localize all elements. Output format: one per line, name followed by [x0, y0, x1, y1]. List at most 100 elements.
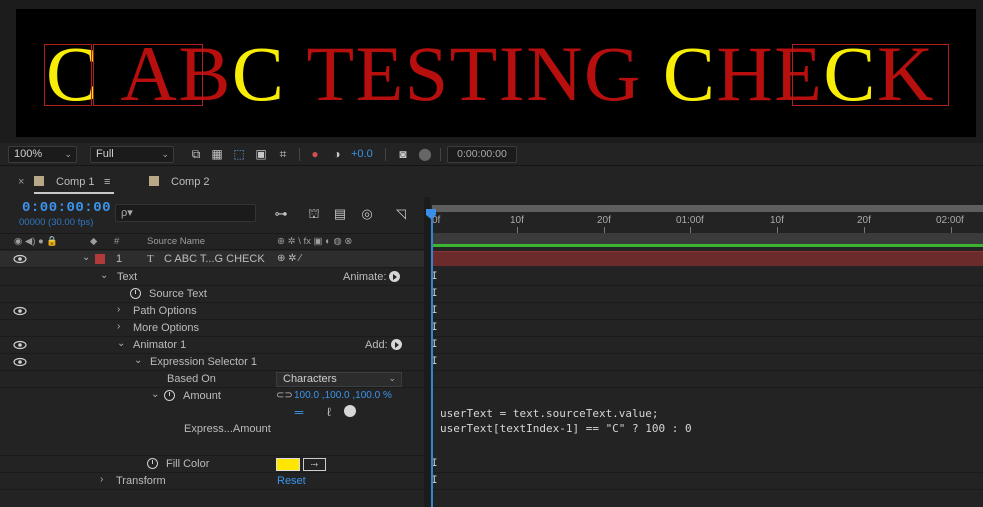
tab-comp-1[interactable]: Comp 1 [34, 176, 114, 194]
eye-icon[interactable] [13, 253, 27, 265]
draft-3d-icon[interactable]: ⛫ [305, 206, 323, 222]
fill-color-label: Fill Color [166, 458, 210, 470]
chevron-down-icon[interactable]: ⌄ [82, 252, 90, 263]
exposure-value[interactable]: +0.0 [351, 148, 373, 160]
graph-editor-icon[interactable]: ◹ [392, 206, 410, 222]
property-text[interactable]: ⌄ Text Animate: [0, 269, 424, 286]
mask-visibility-icon[interactable]: ▣ [254, 147, 268, 161]
animator-label[interactable]: Animator 1 [133, 339, 186, 351]
tab-menu-icon[interactable]: ≡ [104, 176, 110, 194]
property-fill-color[interactable]: Fill Color ⤑ [0, 456, 424, 473]
stopwatch-icon[interactable] [147, 458, 158, 469]
resolution-value: Full [96, 148, 114, 160]
layer-panel: 0:00:00:00 00000 (30.00 fps) ρ▾ ⊶ ⛫ ▤ ◎ … [0, 197, 424, 507]
label-tag-icon: ◆ [90, 236, 98, 247]
chevron-right-icon[interactable]: › [117, 321, 120, 332]
region-of-interest-icon[interactable]: ⬚ [232, 147, 246, 161]
expression-graph-icon[interactable]: ℓ [327, 405, 331, 419]
layer-name[interactable]: C ABC T...G CHECK [164, 253, 265, 265]
expression-line-1[interactable]: userText = text.sourceText.value; [440, 407, 659, 420]
animate-menu[interactable]: Animate: [343, 271, 401, 283]
show-snapshot-icon[interactable]: ⬤ [418, 147, 432, 161]
property-path-options[interactable]: › Path Options [0, 303, 424, 320]
layer-label-color[interactable] [95, 254, 105, 264]
time-navigator-bar[interactable] [432, 205, 983, 212]
chevron-down-icon[interactable]: ⌄ [100, 270, 108, 281]
chevron-down-icon[interactable]: ⌄ [151, 389, 159, 400]
based-on-label: Based On [167, 373, 216, 385]
motion-blur-icon[interactable]: ◎ [358, 206, 376, 222]
snapshot-camera-icon[interactable]: ◙ [396, 147, 410, 161]
work-area-bar[interactable] [432, 233, 983, 247]
chevron-right-icon[interactable]: › [100, 474, 103, 485]
resolution-select[interactable]: Full ⌄ [90, 146, 174, 163]
composition-canvas[interactable]: C ABC TESTING CHECK [16, 9, 976, 137]
layer-duration-bar[interactable] [432, 251, 983, 266]
track-transform: I [430, 473, 983, 490]
frame-blending-icon[interactable]: ▤ [331, 206, 349, 222]
toolbar-divider [385, 148, 386, 161]
property-expression-selector[interactable]: ⌄ Expression Selector 1 [0, 354, 424, 371]
reset-link[interactable]: Reset [277, 475, 306, 487]
stopwatch-icon[interactable] [130, 288, 141, 299]
viewer-toolbar: 100% ⌄ Full ⌄ ⧉ ▦ ⬚ ▣ ⌗ ● ◑ +0.0 ◙ ⬤ 0:0… [0, 143, 983, 166]
constrain-link-icon[interactable]: ⊂⊃ [276, 390, 293, 401]
layer-switches[interactable]: ⊕ ✲ ⁄ [277, 253, 301, 264]
layer-row[interactable]: ⌄ 1 T C ABC T...G CHECK ⊕ ✲ ⁄ [0, 251, 424, 268]
track-expression-selector: I [430, 354, 983, 371]
stopwatch-icon[interactable] [164, 390, 175, 401]
play-menu-icon[interactable] [389, 271, 401, 282]
tab-comp-2[interactable]: Comp 2 [149, 176, 210, 194]
timeline-graph[interactable]: 0f 10f 20f 01:00f 10f 20f 02:00f I I I I… [426, 197, 983, 507]
expression-line-2[interactable]: userText[textIndex-1] == "C" ? 100 : 0 [440, 422, 692, 435]
expression-pickwhip-icon[interactable] [344, 405, 356, 417]
express-amount-label: Express...Amount [184, 423, 271, 435]
fill-color-swatch[interactable] [276, 458, 300, 471]
composition-flowchart-icon[interactable]: ⊶ [272, 206, 290, 222]
composition-text-part: E [774, 30, 824, 117]
chevron-down-icon[interactable]: ⌄ [134, 355, 142, 366]
transparency-grid-icon[interactable]: ▦ [210, 147, 224, 161]
frame-rate-label: 00000 (30.00 fps) [19, 217, 94, 228]
fast-previews-icon[interactable]: ⧉ [189, 147, 203, 161]
time-ruler[interactable]: 0f 10f 20f 01:00f 10f 20f 02:00f [430, 205, 983, 234]
text-layer-icon: T [147, 253, 154, 265]
add-menu[interactable]: Add: [365, 339, 402, 351]
based-on-select[interactable]: Characters ⌄ [276, 372, 402, 387]
amount-label: Amount [183, 390, 221, 402]
current-timecode[interactable]: 0:00:00:00 [22, 200, 111, 216]
property-amount[interactable]: ⌄ Amount ⊂⊃ 100.0 ,100.0 ,100.0 % [0, 388, 424, 405]
expression-editor[interactable]: userText = text.sourceText.value; userTe… [438, 405, 983, 455]
tab-close-icon[interactable]: × [18, 176, 24, 194]
property-more-options[interactable]: › More Options [0, 320, 424, 337]
chevron-right-icon[interactable]: › [117, 304, 120, 315]
track-text: I [430, 269, 983, 286]
ruler-label: 02:00f [936, 215, 964, 226]
property-based-on[interactable]: Based On Characters ⌄ [0, 371, 424, 388]
eye-icon[interactable] [13, 305, 27, 317]
eye-icon[interactable] [13, 356, 27, 368]
chevron-down-icon: ⌄ [161, 149, 169, 159]
eyedropper-icon[interactable]: ⤑ [303, 458, 326, 471]
eye-icon[interactable] [13, 339, 27, 351]
chevron-down-icon[interactable]: ⌄ [117, 338, 125, 349]
animate-label: Animate: [343, 271, 387, 283]
current-time-field[interactable]: 0:00:00:00 [447, 146, 517, 163]
layer-search-input[interactable]: ρ▾ [115, 204, 256, 222]
color-channels-icon[interactable]: ● [308, 147, 322, 161]
property-animator-1[interactable]: ⌄ Animator 1 Add: [0, 337, 424, 354]
expression-controls: ═ ℓ Express...Amount [0, 405, 424, 456]
playhead-line[interactable] [431, 213, 433, 507]
composition-text-layer[interactable]: C ABC TESTING CHECK [46, 29, 935, 119]
source-name-header[interactable]: Source Name [147, 236, 205, 247]
property-transform[interactable]: › Transform Reset [0, 473, 424, 490]
play-menu-icon[interactable] [390, 339, 402, 350]
reset-exposure-icon[interactable]: ◑ [330, 147, 344, 161]
grid-guides-icon[interactable]: ⌗ [276, 147, 290, 161]
composition-viewer[interactable]: C ABC TESTING CHECK [0, 0, 983, 143]
zoom-select[interactable]: 100% ⌄ [8, 146, 77, 163]
property-source-text[interactable]: Source Text [0, 286, 424, 303]
expression-selector-label[interactable]: Expression Selector 1 [150, 356, 257, 368]
amount-value[interactable]: 100.0 ,100.0 ,100.0 % [294, 390, 392, 401]
expression-enable-icon[interactable]: ═ [292, 405, 306, 419]
